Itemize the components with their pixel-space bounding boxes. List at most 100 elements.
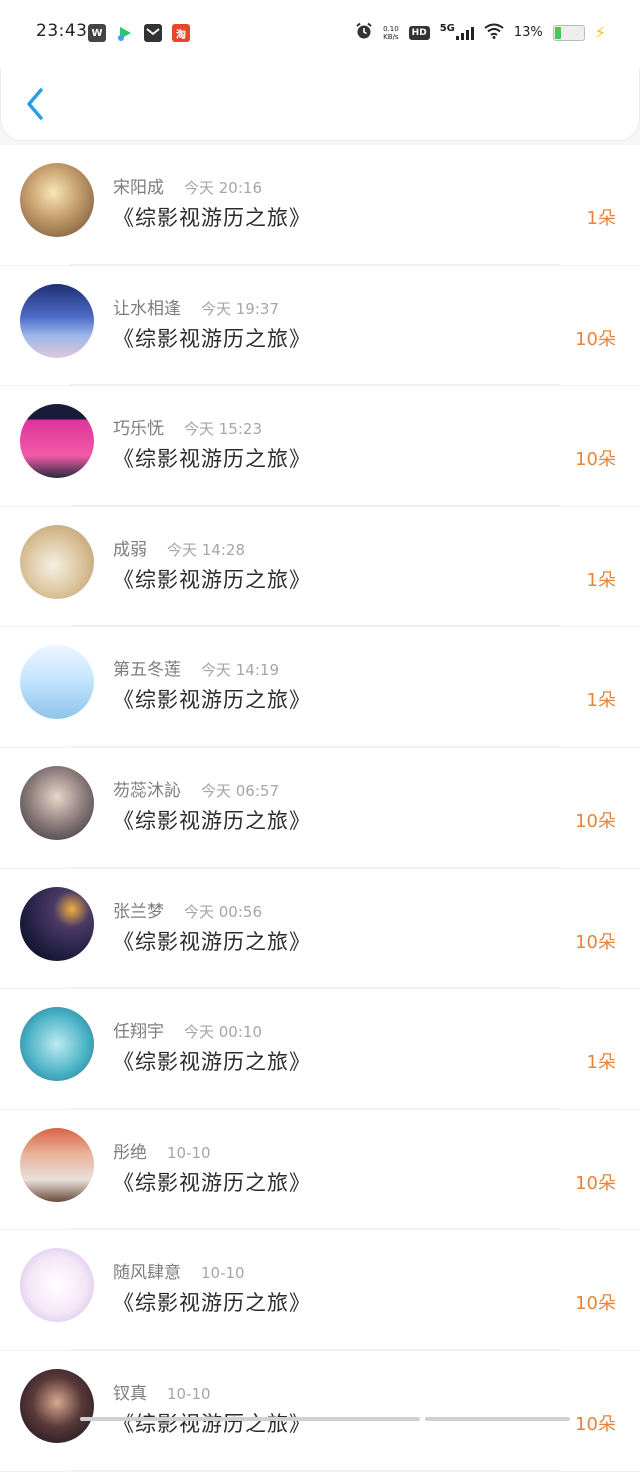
item-meta: 彤绝 10-10 <box>113 1138 211 1163</box>
list-item[interactable]: 任翔宇 今天 00:10 《综影视游历之旅》 1朵 <box>0 989 640 1110</box>
charging-bolt-icon: ⚡ <box>594 23 606 42</box>
flower-count: 10朵 <box>575 931 616 953</box>
battery-percent: 13% <box>513 25 543 40</box>
item-meta: 让水相逢 今天 19:37 <box>113 294 279 319</box>
scroll-indicator-left <box>80 1417 420 1421</box>
book-title: 《综影视游历之旅》 <box>113 929 311 954</box>
scroll-indicator-right <box>425 1417 570 1421</box>
wifi-icon <box>484 23 504 42</box>
flower-count: 1朵 <box>586 1052 616 1074</box>
row-divider <box>70 987 560 989</box>
status-time: 23:43 <box>36 21 88 41</box>
list-item[interactable]: 随风肆意 10-10 《综影视游历之旅》 10朵 <box>0 1230 640 1351</box>
item-meta: 任翔宇 今天 00:10 <box>113 1017 262 1042</box>
item-meta: 成弱 今天 14:28 <box>113 535 245 560</box>
row-divider <box>70 625 560 627</box>
row-divider <box>70 866 560 868</box>
flower-count: 10朵 <box>575 1293 616 1315</box>
avatar[interactable] <box>20 886 94 961</box>
flower-count: 1朵 <box>586 569 616 591</box>
status-bar: 23:43 W 淘 0.10 KB/s HD 5G 13% ⚡ <box>0 0 640 68</box>
gift-time: 今天 00:10 <box>184 1023 262 1042</box>
gift-time: 今天 00:56 <box>184 902 262 921</box>
gift-time: 今天 19:37 <box>201 299 279 318</box>
row-divider <box>70 384 560 386</box>
avatar[interactable] <box>20 163 94 237</box>
net-speed-unit: KB/s <box>383 32 399 41</box>
book-title: 《综影视游历之旅》 <box>113 1170 311 1195</box>
row-divider <box>70 1469 560 1471</box>
gift-time: 今天 20:16 <box>184 179 262 197</box>
user-name[interactable]: 宋阳成 <box>113 173 164 198</box>
list-item[interactable]: 让水相逢 今天 19:37 《综影视游历之旅》 10朵 <box>0 265 640 387</box>
user-name[interactable]: 让水相逢 <box>113 294 181 319</box>
list-item[interactable]: 巧乐怃 今天 15:23 《综影视游历之旅》 10朵 <box>0 386 640 507</box>
item-meta: 芴蕊沐訫 今天 06:57 <box>113 776 279 801</box>
user-name[interactable]: 张兰梦 <box>113 897 164 922</box>
network-type: 5G <box>439 22 455 34</box>
user-name[interactable]: 成弱 <box>113 535 147 560</box>
gift-time: 今天 06:57 <box>201 781 279 800</box>
row-divider <box>70 745 560 747</box>
avatar[interactable] <box>20 1368 94 1443</box>
user-name[interactable]: 彤绝 <box>113 1138 147 1163</box>
gift-time: 10-10 <box>167 1143 211 1162</box>
gift-time: 今天 14:28 <box>167 540 245 559</box>
avatar[interactable] <box>20 283 94 358</box>
book-title: 《综影视游历之旅》 <box>113 1050 311 1075</box>
gift-time: 10-10 <box>201 1264 245 1283</box>
item-meta: 钗真 10-10 <box>113 1379 211 1404</box>
user-name[interactable]: 钗真 <box>113 1379 147 1404</box>
chevron-left-icon <box>27 88 43 120</box>
list-item[interactable]: 第五冬莲 今天 14:19 《综影视游历之旅》 1朵 <box>0 627 640 748</box>
item-meta: 第五冬莲 今天 14:19 <box>113 655 279 680</box>
flower-count: 10朵 <box>575 449 616 471</box>
gift-time: 10-10 <box>167 1384 211 1403</box>
book-title: 《综影视游历之旅》 <box>113 808 311 833</box>
nav-bar <box>0 68 640 141</box>
avatar[interactable] <box>20 524 94 599</box>
alarm-icon <box>355 22 373 43</box>
book-title: 《综影视游历之旅》 <box>113 1291 311 1316</box>
wps-app-icon: W <box>88 24 106 42</box>
list-item[interactable]: 成弱 今天 14:28 《综影视游历之旅》 1朵 <box>0 506 640 628</box>
list-item[interactable]: 彤绝 10-10 《综影视游历之旅》 10朵 <box>0 1109 640 1231</box>
list-item[interactable]: 钗真 10-10 《综影视游历之旅》 10朵 <box>0 1350 640 1472</box>
avatar[interactable] <box>20 765 94 840</box>
user-name[interactable]: 随风肆意 <box>113 1258 181 1283</box>
avatar[interactable] <box>20 1248 94 1323</box>
list-item[interactable]: 芴蕊沐訫 今天 06:57 《综影视游历之旅》 10朵 <box>0 747 640 869</box>
book-title: 《综影视游历之旅》 <box>113 447 311 472</box>
avatar[interactable] <box>20 1007 94 1082</box>
book-title: 《综影视游历之旅》 <box>113 688 311 713</box>
item-meta: 巧乐怃 今天 15:23 <box>113 414 262 439</box>
battery-icon <box>552 24 585 41</box>
avatar[interactable] <box>20 1127 94 1202</box>
list-item[interactable]: 张兰梦 今天 00:56 《综影视游历之旅》 10朵 <box>0 868 640 990</box>
signal-bars-icon <box>455 26 474 40</box>
mail-app-icon <box>144 24 162 42</box>
taobao-app-icon: 淘 <box>172 24 190 42</box>
user-name[interactable]: 第五冬莲 <box>113 655 181 680</box>
item-meta: 随风肆意 10-10 <box>113 1258 245 1283</box>
item-meta: 张兰梦 今天 00:56 <box>113 897 262 922</box>
avatar[interactable] <box>20 645 94 720</box>
row-divider <box>70 1348 560 1350</box>
user-name[interactable]: 巧乐怃 <box>113 414 164 439</box>
book-title: 《综影视游历之旅》 <box>113 567 311 592</box>
gift-record-list: 宋阳成 今天 20:16 《综影视游历之旅》 1朵 让水相逢 今天 19:37 … <box>0 145 640 1472</box>
row-divider <box>70 504 560 506</box>
book-title: 《综影视游历之旅》 <box>113 206 311 230</box>
user-name[interactable]: 芴蕊沐訫 <box>113 776 181 801</box>
hd-badge: HD <box>408 25 430 40</box>
list-item[interactable]: 宋阳成 今天 20:16 《综影视游历之旅》 1朵 <box>0 145 640 266</box>
user-name[interactable]: 任翔宇 <box>113 1017 164 1042</box>
gift-time: 今天 14:19 <box>201 661 279 680</box>
back-button[interactable] <box>19 84 55 124</box>
cell-signal: 5G <box>439 22 474 40</box>
book-title: 《综影视游历之旅》 <box>113 326 311 351</box>
flower-count: 1朵 <box>586 208 616 229</box>
video-app-icon <box>116 24 134 42</box>
avatar[interactable] <box>20 404 94 479</box>
row-divider <box>70 1228 560 1230</box>
